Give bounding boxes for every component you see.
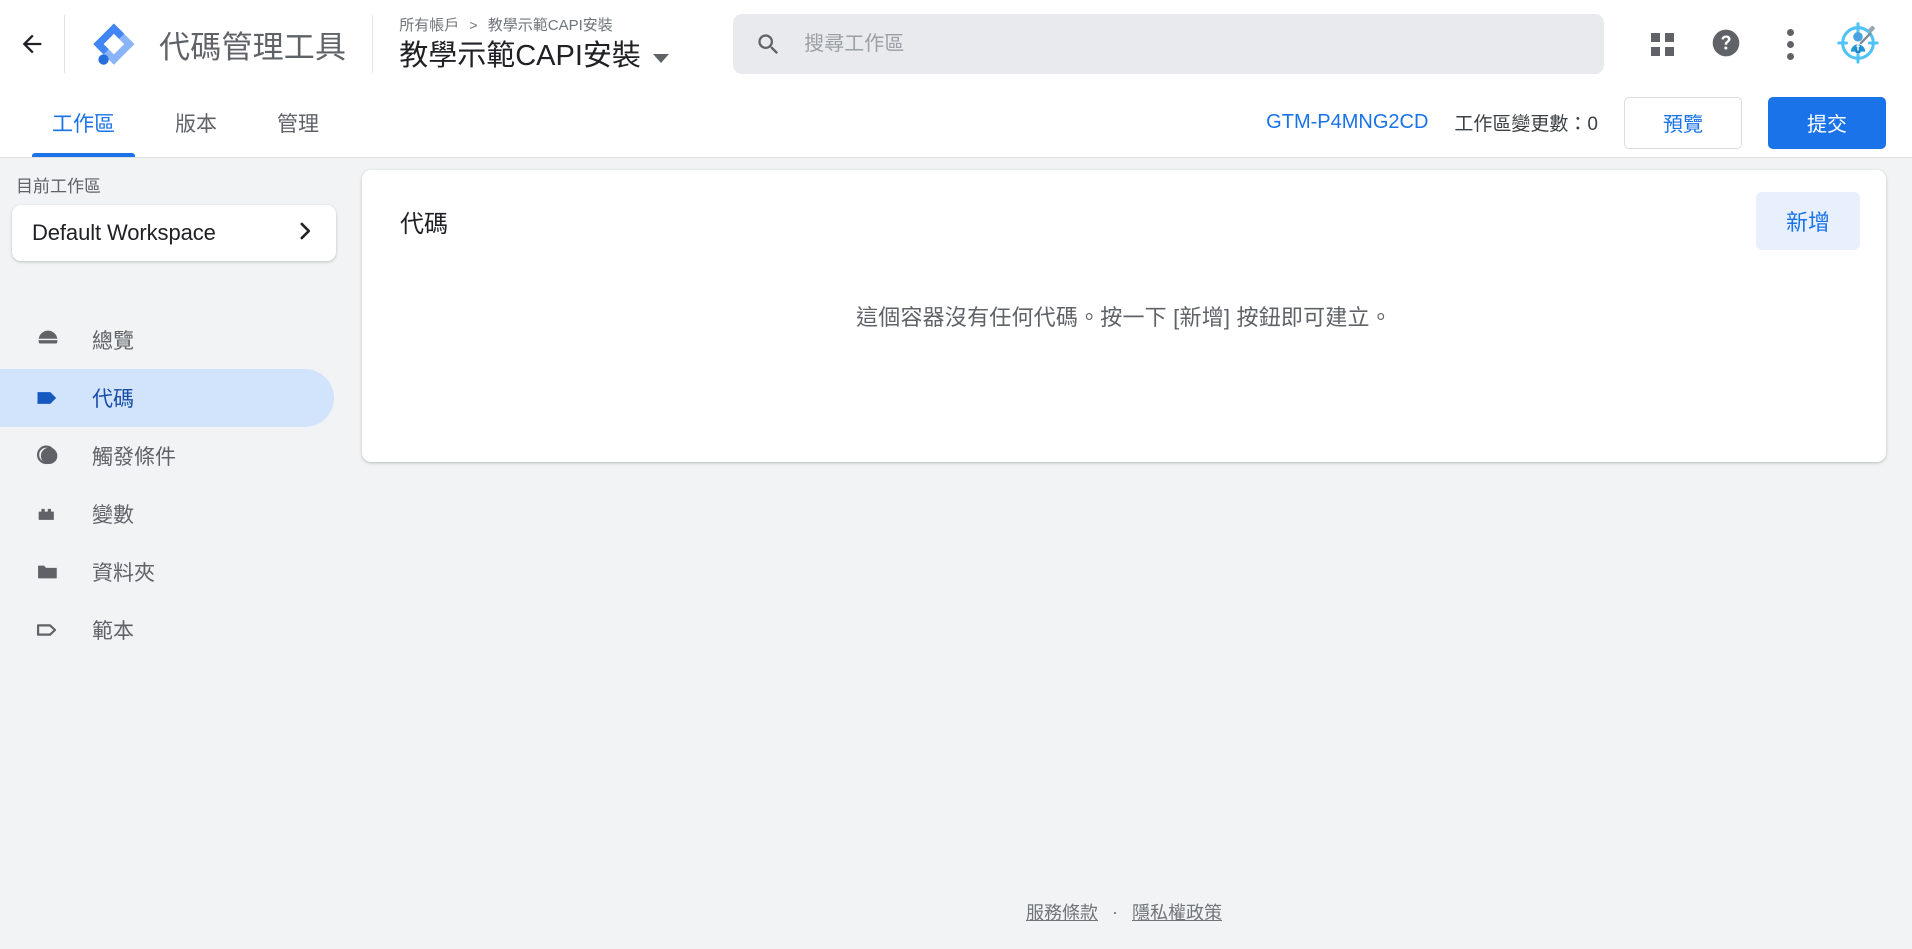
sidebar-item-tags-label: 代碼	[92, 388, 134, 411]
current-workspace-label: 目前工作區	[16, 177, 101, 196]
sidebar-item-overview[interactable]: 總覽	[0, 311, 334, 369]
tags-card-header: 代碼 新增	[362, 170, 1886, 272]
workspace-actions: GTM-P4MNG2CD 工作區變更數：0 預覽 提交	[1266, 88, 1912, 157]
breadcrumb-root[interactable]: 所有帳戶	[399, 17, 459, 34]
trigger-icon	[34, 442, 62, 470]
add-tag-button[interactable]: 新增	[1755, 192, 1860, 250]
submit-button-label: 提交	[1807, 114, 1847, 136]
workspace-selector-card[interactable]: Default Workspace	[12, 205, 336, 261]
breadcrumb: 所有帳戶 > 教學示範CAPI安裝	[399, 15, 703, 36]
sidebar-nav: 總覽 代碼 觸發條件 變數 資料夾 範本	[0, 311, 352, 659]
top-bar-actions	[1634, 16, 1886, 72]
search-area	[703, 14, 1634, 74]
page-body: 目前工作區 Default Workspace 總覽 代碼 觸發條件 變數 資料…	[0, 158, 1912, 949]
sidebar-item-folders-label: 資料夾	[92, 562, 155, 585]
sidebar-item-triggers-label: 觸發條件	[92, 446, 176, 469]
sidebar-item-variables[interactable]: 變數	[0, 485, 334, 543]
help-button[interactable]	[1698, 16, 1754, 72]
workspace-name: Default Workspace	[32, 220, 216, 245]
sidebar-item-variables-label: 變數	[92, 504, 134, 527]
more-vert-icon	[1786, 28, 1794, 60]
preview-button[interactable]: 預覽	[1624, 96, 1742, 149]
submit-button[interactable]: 提交	[1768, 96, 1886, 149]
account-avatar-button[interactable]	[1830, 16, 1886, 72]
back-button[interactable]	[0, 0, 64, 88]
privacy-policy-link[interactable]: 隱私權政策	[1132, 899, 1222, 925]
brand-name: 代碼管理工具	[159, 29, 347, 65]
workspace-changes-label: 工作區變更數：	[1454, 114, 1588, 135]
container-selector[interactable]: 教學示範CAPI安裝	[399, 38, 703, 74]
breadcrumb-separator-icon: >	[469, 16, 478, 33]
page-title: 教學示範CAPI安裝	[399, 39, 641, 72]
container-id-link[interactable]: GTM-P4MNG2CD	[1266, 111, 1428, 134]
brand-block[interactable]: 代碼管理工具	[65, 21, 372, 67]
overview-icon	[34, 326, 62, 354]
tab-list: 工作區 版本 管理	[0, 88, 349, 157]
add-tag-button-label: 新增	[1785, 210, 1830, 235]
tab-workspace[interactable]: 工作區	[22, 88, 145, 157]
sidebar-item-overview-label: 總覽	[92, 330, 134, 353]
tab-versions[interactable]: 版本	[145, 88, 247, 157]
sidebar-item-folders[interactable]: 資料夾	[0, 543, 334, 601]
apps-grid-button[interactable]	[1634, 16, 1690, 72]
template-tag-icon	[34, 616, 62, 644]
search-box[interactable]	[733, 14, 1604, 74]
gtm-diamond-logo	[91, 21, 137, 67]
tab-admin[interactable]: 管理	[247, 88, 349, 157]
apps-grid-icon	[1650, 32, 1674, 56]
avatar-target-person-icon	[1835, 20, 1881, 69]
terms-of-service-link[interactable]: 服務條款	[1026, 899, 1098, 925]
tags-card: 代碼 新增 這個容器沒有任何代碼。按一下 [新增] 按鈕即可建立。	[362, 170, 1886, 462]
tab-versions-label: 版本	[175, 112, 217, 136]
tag-icon	[34, 384, 62, 412]
folder-icon	[34, 558, 62, 586]
search-icon	[755, 31, 782, 58]
chevron-down-icon	[652, 53, 669, 63]
sidebar-item-templates-label: 範本	[92, 620, 134, 643]
search-input[interactable]	[804, 32, 1582, 56]
workspace-tabbar: 工作區 版本 管理 GTM-P4MNG2CD 工作區變更數：0 預覽 提交	[0, 88, 1912, 158]
workspace-changes-count: 0	[1587, 114, 1598, 135]
sidebar-item-tags[interactable]: 代碼	[0, 369, 334, 427]
sidebar-item-triggers[interactable]: 觸發條件	[0, 427, 334, 485]
container-context: 所有帳戶 > 教學示範CAPI安裝 教學示範CAPI安裝	[373, 15, 703, 74]
tab-admin-label: 管理	[277, 112, 319, 136]
variable-icon	[34, 500, 62, 528]
chevron-right-icon	[292, 218, 318, 249]
breadcrumb-current: 教學示範CAPI安裝	[487, 16, 613, 34]
sidebar-item-templates[interactable]: 範本	[0, 601, 334, 659]
more-options-button[interactable]	[1762, 16, 1818, 72]
help-circle-icon	[1710, 27, 1742, 62]
workspace-changes-status: 工作區變更數：0	[1454, 109, 1598, 136]
tab-workspace-label: 工作區	[52, 112, 115, 136]
footer-separator: ·	[1112, 901, 1118, 922]
preview-button-label: 預覽	[1663, 114, 1703, 136]
main-content: 代碼 新增 這個容器沒有任何代碼。按一下 [新增] 按鈕即可建立。 服務條款 ·…	[352, 158, 1912, 949]
footer: 服務條款 · 隱私權政策	[362, 899, 1886, 949]
top-app-bar: 代碼管理工具 所有帳戶 > 教學示範CAPI安裝 教學示範CAPI安裝	[0, 0, 1912, 88]
arrow-left-icon	[18, 30, 46, 58]
tags-empty-state: 這個容器沒有任何代碼。按一下 [新增] 按鈕即可建立。	[362, 272, 1886, 462]
tags-empty-message: 這個容器沒有任何代碼。按一下 [新增] 按鈕即可建立。	[856, 305, 1392, 330]
sidebar: 目前工作區 Default Workspace 總覽 代碼 觸發條件 變數 資料…	[0, 158, 352, 949]
tags-card-title: 代碼	[400, 210, 448, 238]
